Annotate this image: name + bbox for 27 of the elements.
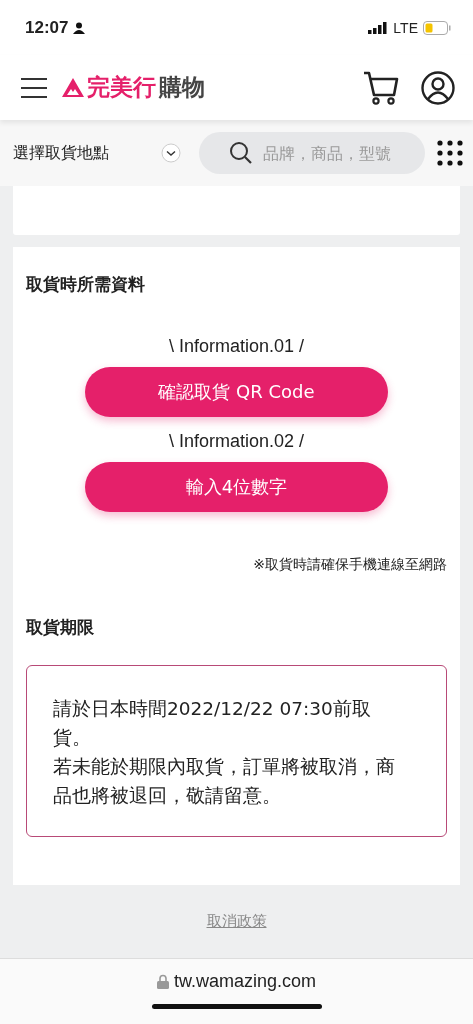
chevron-down-icon[interactable] — [161, 143, 181, 163]
section-title: 取貨期限 — [26, 616, 95, 639]
pickup-button[interactable]: 輸入4位數字 — [85, 462, 388, 512]
option-caption: \ Information.01 / — [168, 336, 305, 357]
search-icon — [229, 141, 253, 165]
logo-brand-text: 完美行 — [87, 73, 156, 102]
pickup-button[interactable]: 確認取貨 QR Code — [85, 367, 388, 417]
mountain-logo-icon — [62, 78, 84, 97]
status-time: 12:07 — [25, 17, 69, 38]
person-icon — [73, 21, 86, 34]
menu-icon[interactable] — [20, 76, 48, 99]
deadline-notice: 請於日本時間2022/12/22 07:30前取貨。 若未能於期限內取貨，訂單將被取消，商品也將被退回，敬請留意。 — [26, 665, 447, 837]
pickup-location-select[interactable]: 選擇取貨地點 — [13, 142, 161, 164]
search-field[interactable]: 品牌，商品，型號 — [199, 132, 425, 174]
address-bar-url[interactable]: tw.wamazing.com — [173, 971, 317, 992]
battery-icon — [423, 20, 451, 35]
network-note: ※取貨時請確保手機連線至網路 — [253, 556, 447, 572]
network-label: LTE — [393, 19, 418, 36]
signal-icon — [368, 21, 389, 34]
grid-dots-icon[interactable] — [437, 140, 463, 166]
cart-icon[interactable] — [363, 70, 399, 105]
lock-icon — [156, 974, 169, 989]
logo-suffix-text: 購物 — [159, 73, 205, 102]
account-icon[interactable] — [421, 70, 455, 105]
option-caption: \ Information.02 / — [168, 431, 305, 452]
section-title: 取貨時所需資料 — [26, 273, 146, 296]
cancel-policy-link[interactable]: 取消政策 — [206, 912, 267, 931]
